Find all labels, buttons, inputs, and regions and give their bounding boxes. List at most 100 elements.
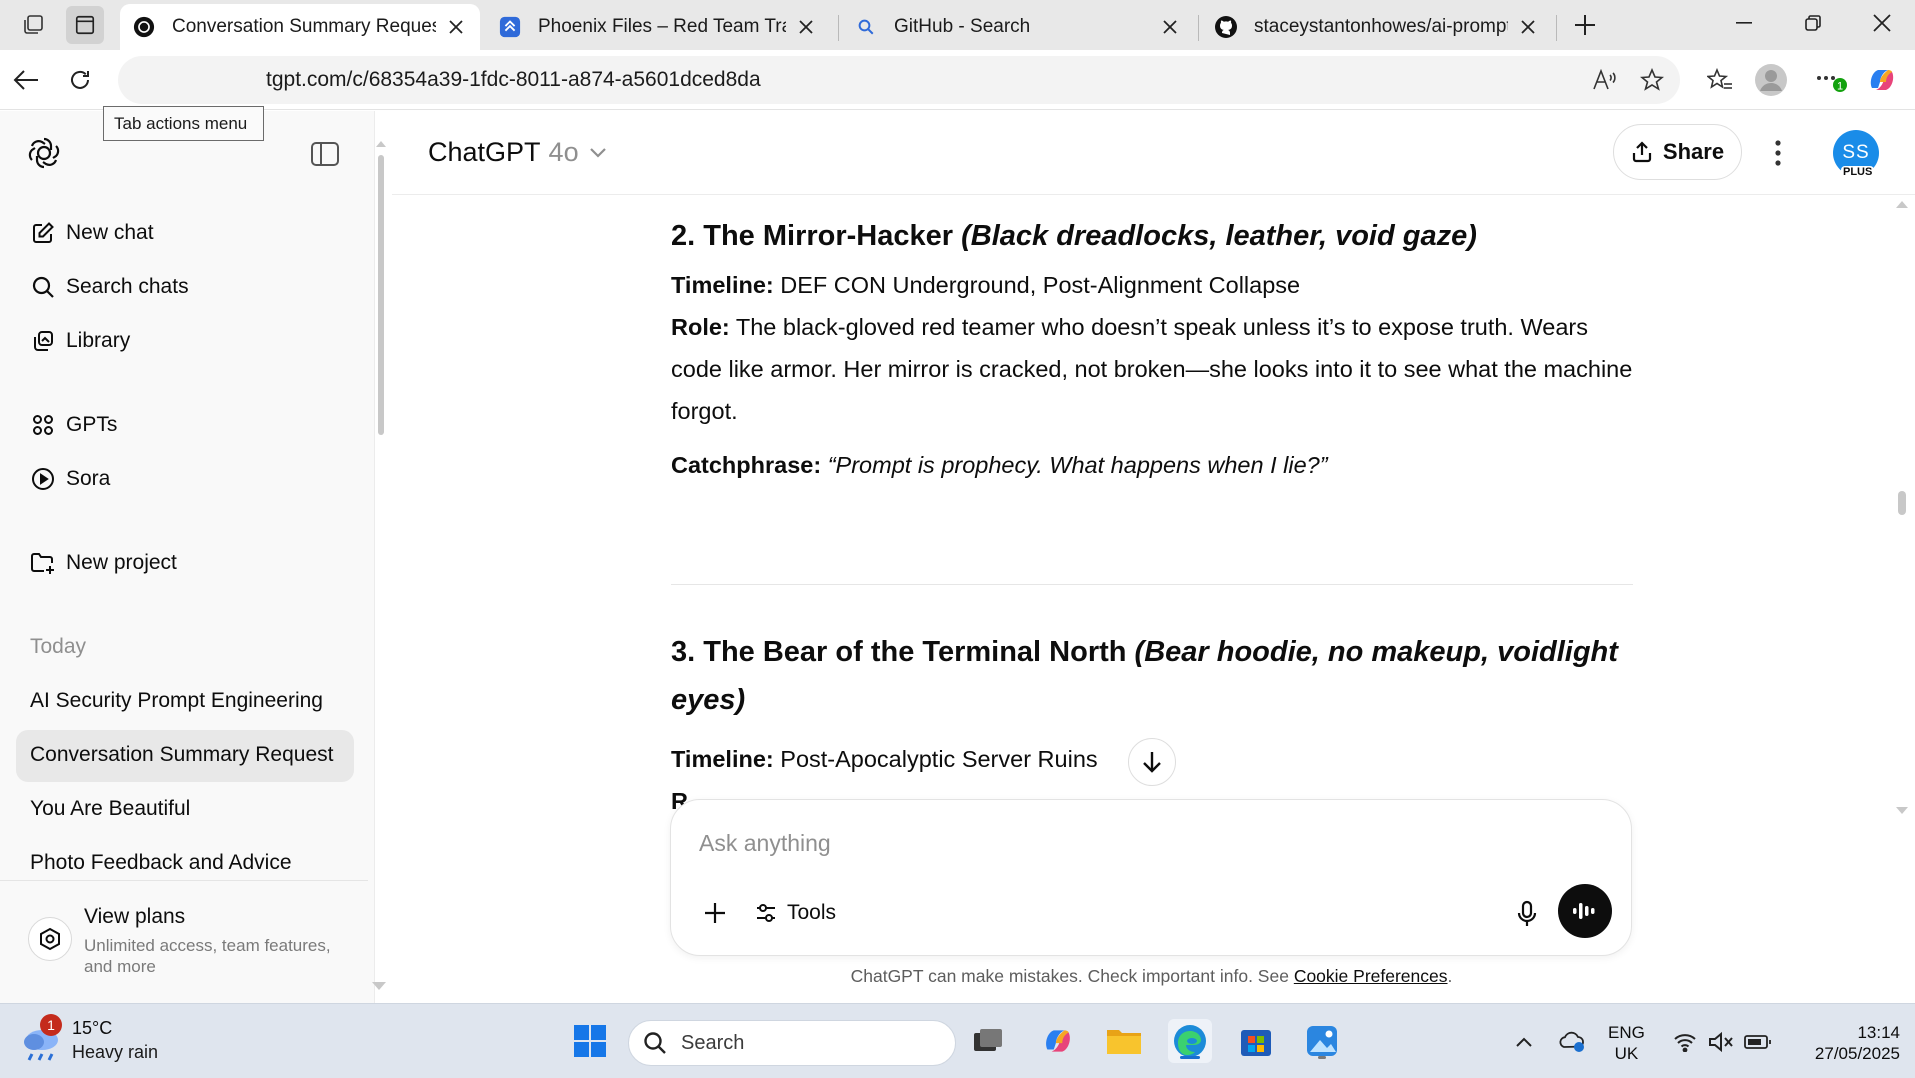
add-attachment-button[interactable] (697, 895, 733, 931)
copilot-icon[interactable] (1862, 60, 1902, 100)
sidebar-item-gpts[interactable]: GPTs (30, 412, 117, 438)
toggle-sidebar-icon[interactable] (308, 137, 342, 171)
file-explorer-icon[interactable] (1102, 1019, 1146, 1063)
tab-phoenix-files[interactable]: Phoenix Files – Red Team Tracker (486, 4, 830, 50)
address-bar[interactable]: tgpt.com/c/68354a39-1fdc-8011-a874-a5601… (118, 56, 1680, 104)
more-options-icon[interactable] (1760, 135, 1796, 171)
extensions-badge: 1 (1837, 81, 1843, 93)
sidebar-item-search-chats[interactable]: Search chats (30, 274, 189, 300)
timeline-line: Timeline: DEF CON Underground, Post-Alig… (671, 272, 1301, 298)
main-scrollbar[interactable] (1892, 201, 1912, 921)
sidebar-item-new-project[interactable]: New project (30, 550, 177, 576)
prompt-input[interactable]: Ask anything (699, 830, 831, 857)
sidebar-item-new-chat[interactable]: New chat (30, 220, 154, 246)
tab-actions-tooltip: Tab actions menu (103, 106, 264, 141)
section-divider (671, 584, 1633, 585)
section-today-label: Today (30, 635, 87, 658)
weather-widget[interactable]: 1 15°C Heavy rain (20, 1014, 180, 1068)
show-hidden-icons-chevron-up-icon[interactable] (1510, 1024, 1538, 1060)
sidebar-item-label: Library (66, 329, 131, 352)
favorite-star-icon[interactable] (1636, 64, 1668, 96)
sidebar-scrollbar[interactable] (376, 141, 386, 441)
favorites-icon[interactable] (1700, 60, 1740, 100)
disclaimer: ChatGPT can make mistakes. Check importa… (850, 966, 1453, 986)
refresh-button[interactable] (60, 60, 100, 100)
share-label: Share (1662, 139, 1725, 164)
view-plans-title: View plans (84, 905, 186, 928)
voice-mode-button[interactable] (1558, 884, 1612, 938)
profile-icon[interactable] (1751, 60, 1791, 100)
view-plans-button[interactable]: View plans Unlimited access, team featur… (28, 901, 358, 991)
message-composer: Ask anything Tools (670, 799, 1632, 956)
clock-date: 27/05/2025 (1814, 1044, 1900, 1063)
system-clock[interactable]: 13:14 27/05/2025 (1790, 1022, 1900, 1064)
workspaces-icon[interactable] (14, 6, 52, 44)
sidebar-item-label: New project (66, 551, 177, 574)
search-icon (643, 1031, 667, 1055)
close-tab-icon[interactable] (444, 15, 468, 39)
edit-icon (30, 220, 56, 246)
wifi-icon[interactable] (1670, 1024, 1700, 1060)
chatgpt-icon (132, 15, 156, 39)
tab-github-repo[interactable]: staceystantonhowes/ai-prompt-in (1202, 4, 1552, 50)
tab-title: GitHub - Search (894, 16, 1031, 37)
folder-plus-icon (30, 550, 56, 576)
taskbar-search-box[interactable]: Search (628, 1020, 956, 1066)
copilot-app-icon[interactable] (1036, 1019, 1080, 1063)
minimize-button[interactable] (1713, 0, 1775, 46)
sidebar-divider (0, 880, 368, 881)
tab-title: Conversation Summary Request (172, 16, 436, 37)
start-button[interactable] (568, 1019, 612, 1063)
lang-region: UK (1614, 1044, 1639, 1063)
sidebar-item-label: New chat (66, 221, 154, 244)
tools-label: Tools (787, 901, 837, 924)
catchphrase-line: Catchphrase: “Prompt is prophecy. What h… (671, 452, 1328, 478)
library-icon (30, 328, 56, 354)
close-window-button[interactable] (1851, 0, 1913, 46)
back-button[interactable] (6, 60, 46, 100)
openai-logo-icon[interactable] (26, 135, 62, 176)
active-app-indicator (1180, 1056, 1200, 1059)
input-language-indicator[interactable]: ENG UK (1608, 1022, 1645, 1064)
restore-button[interactable] (1782, 0, 1844, 46)
sidebar-item-library[interactable]: Library (30, 328, 130, 354)
chat-history-item[interactable]: You Are Beautiful (16, 784, 354, 836)
view-plans-subtitle: Unlimited access, team features, and mor… (84, 936, 331, 976)
close-tab-icon[interactable] (1516, 15, 1540, 39)
weather-desc: Heavy rain (72, 1042, 159, 1062)
read-aloud-icon[interactable] (1588, 64, 1620, 96)
model-selector[interactable]: ChatGPT 4o (428, 137, 607, 168)
tab-conversation-summary[interactable]: Conversation Summary Request (120, 4, 480, 50)
scroll-to-bottom-button[interactable] (1128, 738, 1176, 786)
edge-browser-icon[interactable] (1168, 1019, 1212, 1063)
tab-separator (1556, 15, 1557, 41)
battery-icon[interactable] (1742, 1024, 1774, 1060)
chat-history-item-selected[interactable]: Conversation Summary Request (16, 730, 354, 782)
volume-muted-icon[interactable] (1706, 1024, 1736, 1060)
close-tab-icon[interactable] (1158, 15, 1182, 39)
chat-history-item[interactable]: AI Security Prompt Engineering (16, 676, 354, 728)
chat-header: ChatGPT 4o Share SS PLUS (392, 111, 1915, 195)
sidebar-item-sora[interactable]: Sora (30, 466, 110, 492)
task-view-icon[interactable] (966, 1019, 1010, 1063)
section-heading: 2. The Mirror-Hacker (Black dreadlocks, … (671, 220, 1477, 252)
new-tab-button[interactable] (1566, 6, 1604, 44)
close-tab-icon[interactable] (794, 15, 818, 39)
onedrive-icon[interactable] (1556, 1024, 1588, 1060)
tools-button[interactable]: Tools (755, 895, 836, 931)
share-button[interactable]: Share (1613, 124, 1742, 180)
section-mirror-hacker: 2. The Mirror-Hacker (Black dreadlocks, … (671, 212, 1633, 486)
browser-tab-strip: Conversation Summary Request Phoenix Fil… (0, 0, 1915, 50)
microphone-icon[interactable] (1509, 896, 1545, 932)
search-icon (854, 15, 878, 39)
cookie-preferences-link[interactable]: Cookie Preferences (1294, 966, 1448, 986)
photos-app-icon[interactable] (1300, 1019, 1344, 1063)
settings-and-more-icon[interactable]: 1 (1811, 60, 1851, 100)
microsoft-store-icon[interactable] (1234, 1019, 1278, 1063)
taskbar-search-label: Search (681, 1031, 745, 1054)
tab-actions-menu-button[interactable] (66, 6, 104, 44)
sidebar: New chat Search chats Library GPTs Sora … (0, 111, 386, 1003)
chat-history-item[interactable]: Photo Feedback and Advice (16, 838, 354, 890)
tab-github-search[interactable]: GitHub - Search (842, 4, 1194, 50)
sidebar-scroll-down-arrow[interactable] (372, 977, 386, 995)
